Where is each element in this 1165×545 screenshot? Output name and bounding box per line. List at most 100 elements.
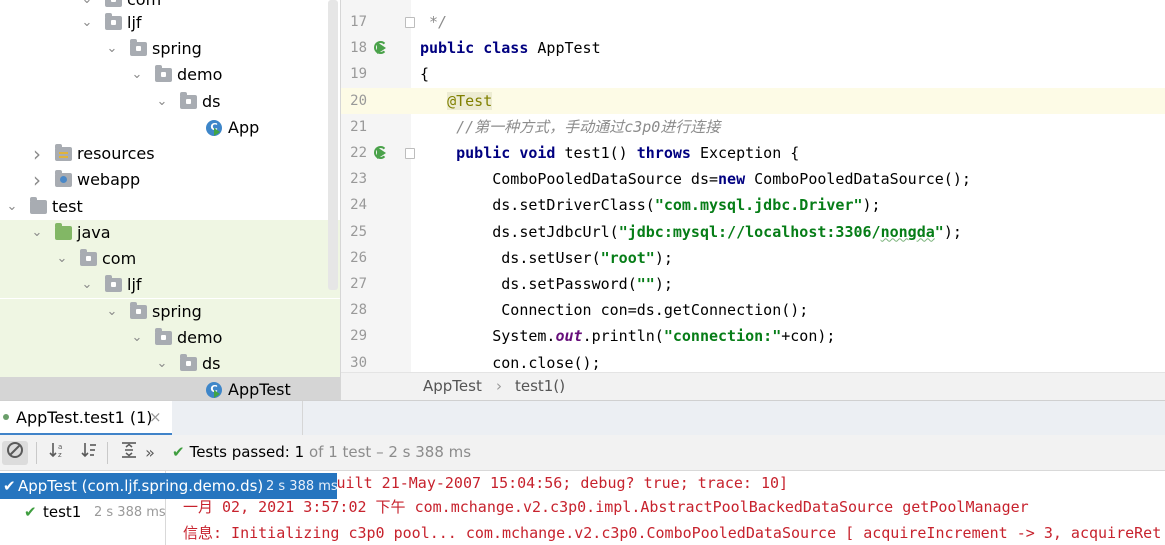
status-suffix: of 1 test – 2 s 388 ms <box>308 443 472 461</box>
code-line[interactable]: 20 @Test <box>341 87 1165 114</box>
chevron-right-icon[interactable]: › <box>30 141 44 167</box>
run-tab-label: AppTest.test1 (1) <box>16 408 153 427</box>
code-token: ComboPooledDataSource(); <box>745 170 971 189</box>
chevron-right-icon[interactable]: › <box>30 167 44 193</box>
package-folder-icon <box>155 328 172 345</box>
breadcrumb-class[interactable]: AppTest <box>423 373 482 400</box>
tree-item-ljf[interactable]: ⌄ ljf <box>0 272 340 298</box>
chevron-down-icon[interactable]: ⌄ <box>155 351 169 377</box>
breadcrumb-method[interactable]: test1() <box>515 373 565 400</box>
code-line[interactable]: 22 public void test1() throws Exception … <box>341 140 1165 166</box>
code-token: "connection:" <box>663 327 782 346</box>
chevron-down-icon[interactable]: ⌄ <box>55 246 69 272</box>
code-line[interactable]: 17 */ <box>341 9 1165 35</box>
code-line[interactable]: 26 ds.setUser("root"); <box>341 245 1165 271</box>
java-test-class-icon: C <box>206 382 222 398</box>
chevron-down-icon[interactable]: ⌄ <box>5 194 19 220</box>
code-line[interactable]: 18 public class AppTest <box>341 35 1165 61</box>
code-line[interactable]: 30 con.close(); <box>341 350 1165 372</box>
code-text: System.out.println("connection:"+con); <box>420 323 835 349</box>
sort-alphabetically-icon[interactable]: az <box>44 441 70 465</box>
code-line[interactable]: 24 ds.setDriverClass("com.mysql.jdbc.Dri… <box>341 192 1165 218</box>
project-tree: ⌄ com ⌄ ljf ⌄ spring ⌄ demo ⌄ ds C App › resources › we… <box>0 0 340 400</box>
code-text: Connection con=ds.getConnection(); <box>420 297 808 323</box>
chevron-down-icon[interactable]: ⌄ <box>105 299 119 325</box>
fold-marker-icon[interactable] <box>405 17 415 28</box>
chevron-down-icon[interactable]: ⌄ <box>155 89 169 115</box>
code-token: @Test <box>447 91 493 110</box>
chevron-down-icon[interactable]: ⌄ <box>80 272 94 298</box>
code-token: AppTest <box>528 39 601 58</box>
package-folder-icon <box>130 39 147 56</box>
code-line[interactable]: 25 ds.setJdbcUrl("jdbc:mysql://localhost… <box>341 219 1165 245</box>
check-icon: ✔ <box>172 443 185 461</box>
fold-marker-icon[interactable] <box>405 148 415 159</box>
code-editor[interactable]: 17 */18 public class AppTest 19{20 @Test 21… <box>341 0 1165 372</box>
code-text: ds.setPassword(""); <box>420 271 673 297</box>
tree-item-java[interactable]: ⌄ java <box>0 220 340 246</box>
svg-text:z: z <box>58 451 62 459</box>
tab-run-apptest[interactable]: AppTest.test1 (1) × <box>0 401 172 436</box>
run-test-icon[interactable] <box>374 146 390 160</box>
tree-item-demo[interactable]: ⌄ demo <box>0 325 340 351</box>
toolbar-separator <box>107 442 108 464</box>
tree-item-ds[interactable]: ⌄ ds <box>0 351 340 377</box>
chevron-down-icon[interactable]: ⌄ <box>130 62 144 88</box>
line-number: 28 <box>350 302 367 319</box>
code-token: ds.setUser( <box>420 248 601 267</box>
line-number: 30 <box>350 354 367 371</box>
stop-icon[interactable] <box>2 441 28 465</box>
code-line[interactable]: 21 //第一种方式，手动通过c3p0进行连接 <box>341 114 1165 140</box>
tree-item-label: demo <box>177 65 223 84</box>
tree-item-resources[interactable]: › resources <box>0 141 340 167</box>
code-line[interactable]: 23 ComboPooledDataSource ds=new ComboPoo… <box>341 166 1165 192</box>
more-actions-icon[interactable]: » <box>142 441 158 465</box>
breadcrumb-separator: › <box>496 377 502 395</box>
code-token: System. <box>420 327 556 346</box>
chevron-down-icon[interactable]: ⌄ <box>80 10 94 36</box>
tree-item-webapp[interactable]: › webapp <box>0 167 340 193</box>
run-test-icon[interactable] <box>374 41 390 55</box>
code-text: ds.setDriverClass("com.mysql.jdbc.Driver… <box>420 192 880 218</box>
sort-by-duration-icon[interactable] <box>76 441 102 465</box>
package-folder-icon <box>105 13 122 30</box>
tree-item-label: test <box>52 197 83 216</box>
close-icon[interactable]: × <box>149 408 162 426</box>
code-line[interactable]: 19 { <box>341 61 1165 87</box>
tree-item-apptest[interactable]: C AppTest <box>0 377 340 400</box>
tree-item-com[interactable]: ⌄ com <box>0 246 340 272</box>
test-case-time: 2 s 388 ms <box>94 505 166 520</box>
console-line: 信息: Initializing c3p0 pool... com.mchang… <box>183 524 1162 542</box>
tree-item-demo[interactable]: ⌄ demo <box>0 62 340 88</box>
package-folder-icon <box>80 249 97 266</box>
code-token: "root" <box>600 248 655 267</box>
code-text: //第一种方式，手动通过c3p0进行连接 <box>420 114 720 140</box>
line-number: 25 <box>350 223 367 240</box>
tree-item-ds[interactable]: ⌄ ds <box>0 89 340 115</box>
code-token: nongda <box>880 222 935 241</box>
resources-folder-icon <box>55 144 72 161</box>
code-line[interactable]: 28 Connection con=ds.getConnection(); <box>341 297 1165 323</box>
expand-all-icon[interactable] <box>116 441 142 465</box>
code-text: ds.setUser("root"); <box>420 245 673 271</box>
tree-item-test[interactable]: ⌄ test <box>0 194 340 220</box>
line-number: 29 <box>350 328 367 345</box>
code-line[interactable]: 29 System.out.println("connection:"+con)… <box>341 323 1165 349</box>
code-token: ComboPooledDataSource ds= <box>420 170 719 189</box>
package-folder-icon <box>105 275 122 292</box>
tree-item-ljf[interactable]: ⌄ ljf <box>0 10 340 36</box>
test-case-row[interactable]: ✔ test1 2 s 388 ms <box>0 499 166 525</box>
tree-scrollbar[interactable] <box>328 0 338 290</box>
tree-item-spring[interactable]: ⌄ spring <box>0 36 340 62</box>
test-suite-row[interactable]: ✔ AppTest (com.ljf.spring.demo.ds) 2 s 3… <box>0 473 338 499</box>
tree-item-spring[interactable]: ⌄ spring <box>0 299 340 325</box>
code-text: con.close(); <box>420 350 600 372</box>
chevron-down-icon[interactable]: ⌄ <box>105 36 119 62</box>
web-folder-icon <box>55 170 72 187</box>
tree-item-app[interactable]: C App <box>0 115 340 141</box>
code-line[interactable]: 27 ds.setPassword(""); <box>341 271 1165 297</box>
tree-item-label: spring <box>152 39 202 58</box>
chevron-down-icon[interactable]: ⌄ <box>30 220 44 246</box>
test-suite-label: AppTest (com.ljf.spring.demo.ds) <box>18 477 264 495</box>
chevron-down-icon[interactable]: ⌄ <box>130 325 144 351</box>
